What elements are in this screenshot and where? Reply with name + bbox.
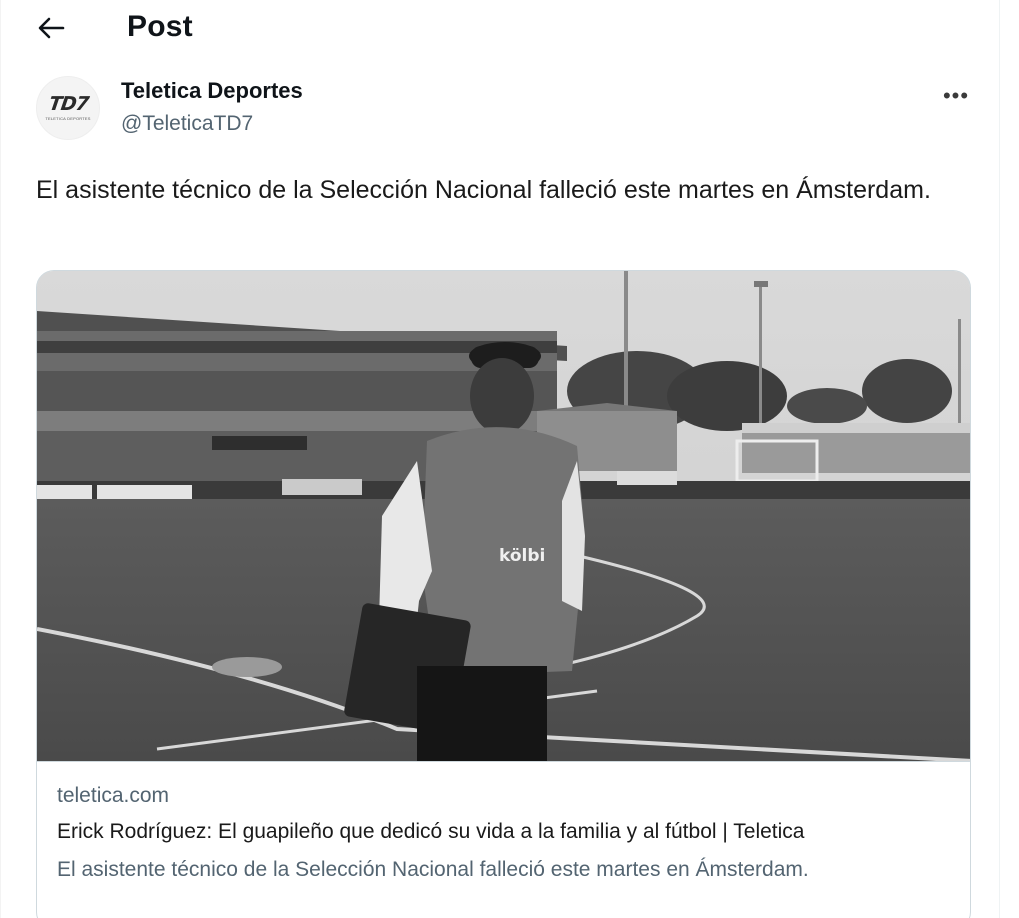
avatar-logo-text: TD7 — [47, 93, 90, 115]
more-horizontal-icon: ••• — [942, 83, 970, 108]
link-title: Erick Rodríguez: El guapileño que dedicó… — [57, 820, 805, 843]
avatar[interactable]: TD7 TELETICA DEPORTES — [36, 76, 100, 140]
post-detail-panel: Post TD7 TELETICA DEPORTES Teletica Depo… — [0, 0, 1000, 918]
author-row: TD7 TELETICA DEPORTES Teletica Deportes … — [36, 74, 976, 144]
more-options-button[interactable]: ••• — [936, 78, 976, 114]
link-description: El asistente técnico de la Selección Nac… — [57, 858, 809, 881]
link-preview-meta: teletica.com Erick Rodríguez: El guapile… — [37, 761, 970, 918]
svg-text:kölbi: kölbi — [499, 546, 545, 566]
author-handle[interactable]: @TeleticaTD7 — [121, 112, 253, 136]
link-preview-image: kölbi — [37, 271, 970, 761]
back-button[interactable] — [29, 8, 73, 48]
teletica-deportes-logo: TD7 TELETICA DEPORTES — [45, 93, 91, 121]
post-header: Post — [1, 0, 1001, 56]
arrow-left-icon — [38, 17, 65, 39]
link-domain: teletica.com — [57, 784, 170, 807]
avatar-logo-subtext: TELETICA DEPORTES — [45, 116, 91, 121]
link-preview-card[interactable]: kölbi teletica.com Erick Rodríguez: El g… — [36, 270, 971, 918]
post-text: El asistente técnico de la Selección Nac… — [36, 176, 931, 204]
page-title: Post — [127, 10, 193, 43]
author-display-name[interactable]: Teletica Deportes — [121, 78, 303, 104]
